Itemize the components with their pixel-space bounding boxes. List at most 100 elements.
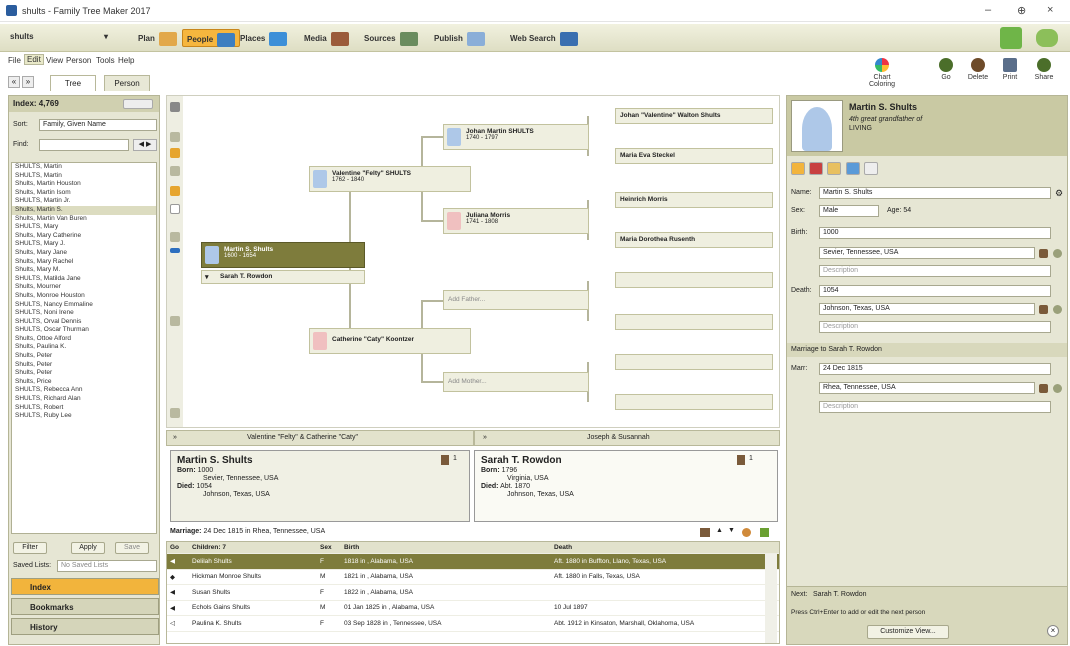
tab-publish[interactable]: Publish xyxy=(430,29,489,47)
birth-date-input[interactable]: 1000 xyxy=(819,227,1051,239)
tree-menu-icon[interactable] xyxy=(170,102,180,112)
list-item[interactable]: Shults, Mary Jane xyxy=(12,249,156,258)
list-item[interactable]: SHULTS, Martin Jr. xyxy=(12,197,156,206)
tab-media[interactable]: Media xyxy=(300,29,353,47)
list-item[interactable]: Shults, Martin S. xyxy=(12,205,156,215)
find-input[interactable] xyxy=(39,139,129,151)
tasks-tab-icon[interactable] xyxy=(863,162,878,175)
apply-button[interactable]: Apply xyxy=(71,542,105,554)
father-box[interactable]: Valentine "Felty" SHULTS 1762 - 1840 xyxy=(309,166,471,192)
fact-options-icon[interactable] xyxy=(1053,384,1062,393)
list-item[interactable]: Shults, Mary M. xyxy=(12,266,156,275)
bookmark-tab-icon[interactable] xyxy=(809,162,824,175)
root-person-box[interactable]: Martin S. Shults 1600 - 1654 xyxy=(201,242,365,268)
birth-place-input[interactable]: Sevier, Tennessee, USA xyxy=(819,247,1035,259)
arrow-down-icon[interactable]: ▼ xyxy=(728,527,735,534)
list-item[interactable]: SHULTS, Martin xyxy=(12,172,156,181)
arrow-up-icon[interactable]: ▲ xyxy=(716,527,723,534)
media-tab-icon[interactable] xyxy=(845,162,860,175)
menu-person[interactable]: Person xyxy=(66,56,91,65)
list-item[interactable]: Shults, Monroe Houston xyxy=(12,292,156,301)
paternal-grandmother-box[interactable]: Juliana Morris 1741 - 1808 xyxy=(443,208,589,234)
list-item[interactable]: Shults, Mary Rachel xyxy=(12,258,156,267)
chart-coloring-button[interactable]: Chart Coloring xyxy=(868,58,896,88)
tab-tree[interactable]: Tree xyxy=(50,75,96,91)
source-citation-icon[interactable] xyxy=(1039,384,1048,393)
list-item[interactable]: SHULTS, Oscar Thurman xyxy=(12,326,156,335)
source-citation-icon[interactable] xyxy=(1039,249,1048,258)
zoom-out-icon[interactable] xyxy=(170,316,180,326)
list-item[interactable]: Shults, Peter xyxy=(12,352,156,361)
add-child-icon[interactable] xyxy=(700,528,710,537)
list-item[interactable]: SHULTS, Noni Irene xyxy=(12,309,156,318)
list-item[interactable]: Shults, Peter xyxy=(12,369,156,378)
col-go[interactable]: Go xyxy=(167,544,189,551)
great-grandparent-box[interactable]: Johan "Valentine" Walton Shults xyxy=(615,108,773,124)
list-item[interactable]: SHULTS, Ruby Lee xyxy=(12,412,156,421)
fact-options-icon[interactable] xyxy=(1053,305,1062,314)
nav-bookmarks[interactable]: Bookmarks xyxy=(11,598,159,615)
nav-index[interactable]: Index xyxy=(11,578,159,595)
expand-icon[interactable]: » xyxy=(173,434,177,441)
customize-view-button[interactable]: Customize View... xyxy=(867,625,949,639)
marriage-value[interactable]: 24 Dec 1815 in Rhea, Tennessee, USA xyxy=(203,528,325,535)
parents-right-label[interactable]: Joseph & Susannah xyxy=(587,434,650,441)
list-item[interactable]: SHULTS, Richard Alan xyxy=(12,395,156,404)
maximize-button[interactable]: ⊕ xyxy=(1017,4,1026,17)
fact-options-icon[interactable] xyxy=(1053,249,1062,258)
source-citation-icon[interactable] xyxy=(1039,305,1048,314)
death-date-input[interactable]: 1054 xyxy=(819,285,1051,297)
col-sex[interactable]: Sex xyxy=(317,544,341,551)
descendant-mode-icon[interactable] xyxy=(170,186,180,196)
cell-go[interactable]: ◀ xyxy=(167,557,189,565)
list-item[interactable]: Shults, Martin Van Buren xyxy=(12,215,156,224)
empty-ancestor-box[interactable] xyxy=(615,272,773,288)
name-input[interactable]: Martin S. Shults xyxy=(819,187,1051,199)
list-item[interactable]: Shults, Ottoe Alford xyxy=(12,335,156,344)
menu-tools[interactable]: Tools xyxy=(96,56,115,65)
edit-person-tab-icon[interactable] xyxy=(791,162,805,175)
blank-view-icon[interactable] xyxy=(170,204,180,214)
next-person-value[interactable]: Sarah T. Rowdon xyxy=(813,591,867,598)
tab-web-search[interactable]: Web Search xyxy=(506,29,582,47)
list-item[interactable]: SHULTS, Rebecca Ann xyxy=(12,386,156,395)
table-row[interactable]: ◀ Delilah Shults F 1818 in , Alabama, USA Af… xyxy=(167,554,779,570)
empty-ancestor-box[interactable] xyxy=(615,314,773,330)
nav-history[interactable]: History xyxy=(11,618,159,635)
focus-person-card[interactable]: Martin S. Shults Born: 1000 Sevier, Tenn… xyxy=(170,450,470,522)
paternal-grandfather-box[interactable]: Johan Martin SHULTS 1740 - 1797 xyxy=(443,124,589,150)
add-father-box[interactable]: Add Father... xyxy=(443,290,589,310)
forward-arrow-icon[interactable]: » xyxy=(22,76,34,88)
great-grandparent-box[interactable]: Maria Dorothea Rusenth xyxy=(615,232,773,248)
tab-people[interactable]: People xyxy=(182,29,241,47)
home-icon[interactable] xyxy=(170,132,180,142)
notes-tab-icon[interactable] xyxy=(827,162,842,175)
great-grandparent-box[interactable]: Heinrich Morris xyxy=(615,192,773,208)
marr-place-input[interactable]: Rhea, Tennessee, USA xyxy=(819,382,1035,394)
list-item[interactable]: SHULTS, Martin xyxy=(12,163,156,172)
table-row[interactable]: ◆ Hickman Monroe Shults M 1821 in , Alabama… xyxy=(167,570,779,585)
list-item[interactable]: SHULTS, Mary xyxy=(12,223,156,232)
list-item[interactable]: Shults, Peter xyxy=(12,361,156,370)
ancestry-leaf-icon[interactable] xyxy=(1000,27,1022,49)
birth-description-input[interactable]: Description xyxy=(819,265,1051,277)
list-item[interactable]: Shults, Price xyxy=(12,378,156,387)
tab-person[interactable]: Person xyxy=(104,75,150,91)
list-item[interactable]: SHULTS, Orval Dennis xyxy=(12,318,156,327)
zoom-in-icon[interactable] xyxy=(170,232,180,242)
cell-go[interactable]: ◆ xyxy=(167,573,189,581)
spouse-card[interactable]: Sarah T. Rowdon Born: 1796 Virginia, USA… xyxy=(474,450,778,522)
saved-lists-select[interactable]: No Saved Lists xyxy=(57,560,157,572)
death-description-input[interactable]: Description xyxy=(819,321,1051,333)
share-button[interactable]: Share xyxy=(1030,58,1058,81)
tab-places[interactable]: Places xyxy=(236,29,291,47)
table-row[interactable]: ◀ Susan Shults F 1822 in , Alabama, USA xyxy=(167,585,779,601)
children-scrollbar[interactable] xyxy=(765,554,777,643)
list-item[interactable]: SHULTS, Mary J. xyxy=(12,240,156,249)
add-mother-box[interactable]: Add Mother... xyxy=(443,372,589,392)
marr-description-input[interactable]: Description xyxy=(819,401,1051,413)
menu-edit[interactable]: Edit xyxy=(24,54,44,65)
family-icon[interactable] xyxy=(441,455,449,465)
sort-children-icon[interactable] xyxy=(742,528,751,537)
menu-file[interactable]: File xyxy=(8,56,21,65)
